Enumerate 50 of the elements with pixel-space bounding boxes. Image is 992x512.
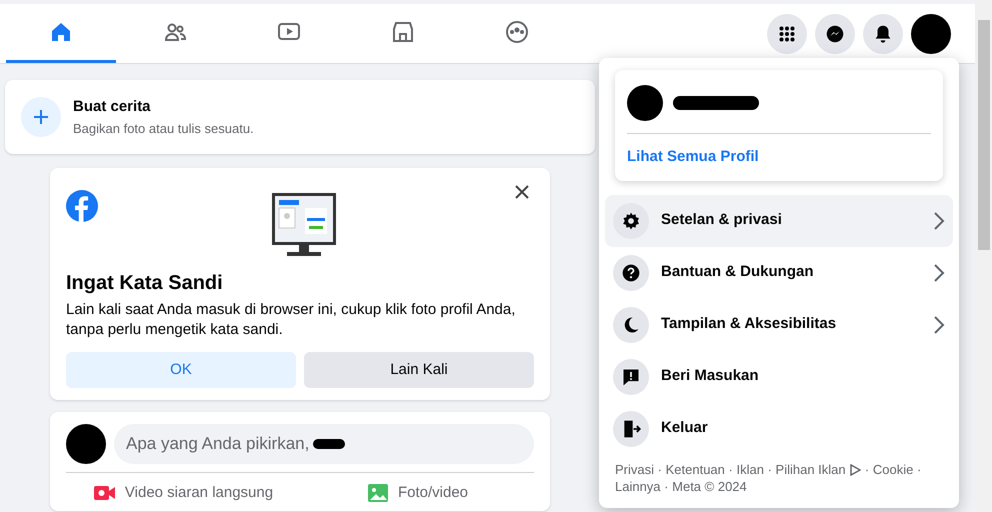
plus-icon: [21, 97, 61, 137]
help-icon: [621, 262, 641, 282]
menu-item[interactable]: Bantuan & Dukungan: [605, 246, 953, 298]
close-icon: [514, 184, 530, 200]
menu-item[interactable]: Tampilan & Aksesibilitas: [605, 298, 953, 350]
footer-link[interactable]: Pilihan Iklan: [776, 462, 846, 476]
monitor-drawing: [271, 192, 337, 258]
avatar: [627, 85, 663, 121]
scrollbar[interactable]: [975, 0, 992, 512]
footer-link[interactable]: Lainnya: [615, 478, 661, 494]
ad-choices-icon: [849, 464, 862, 476]
card-body: Lain kali saat Anda masuk di browser ini, cukup klik foto profil Anda, tanpa perlu mengetik kata sandi.: [66, 300, 516, 340]
story-subtitle: Bagikan foto atau tulis sesuatu.: [73, 120, 254, 138]
menu-button[interactable]: [767, 14, 807, 54]
story-title: Buat cerita: [73, 97, 152, 117]
avatar[interactable]: [911, 14, 951, 54]
feedback-icon: [621, 366, 641, 386]
menu-item[interactable]: Setelan & privasi: [605, 194, 953, 246]
card-title: Ingat Kata Sandi: [66, 271, 224, 296]
group-icon: [505, 20, 529, 44]
bell-button[interactable]: [863, 14, 903, 54]
later-button[interactable]: Lain Kali: [304, 352, 534, 388]
photo-icon: [366, 481, 390, 505]
separator-dot: ·: [916, 462, 922, 476]
home-icon: [49, 20, 73, 44]
redacted-text: [313, 439, 346, 449]
composer-action[interactable]: Video siaran langsung: [66, 477, 300, 509]
separator-dot: ·: [728, 462, 733, 476]
composer-action[interactable]: Foto/video: [300, 477, 534, 509]
logo-icon: [66, 190, 98, 222]
messenger-button[interactable]: [815, 14, 855, 54]
ok-button[interactable]: OK: [66, 352, 296, 388]
footer-link[interactable]: Meta © 2024: [672, 478, 747, 494]
separator-dot: ·: [658, 462, 662, 476]
footer-link[interactable]: Cookie: [872, 462, 914, 476]
separator-dot: ·: [768, 462, 772, 476]
footer-link[interactable]: Iklan: [736, 462, 764, 476]
placeholder-text: Apa yang Anda pikirkan,: [126, 433, 310, 456]
menu-item[interactable]: Keluar: [605, 402, 953, 454]
separator-dot: ·: [664, 478, 669, 494]
avatar: [66, 424, 106, 464]
profile-link[interactable]: Lihat Semua Profil: [627, 146, 931, 168]
menu-item[interactable]: Beri Masukan: [605, 350, 953, 402]
separator-dot: ·: [864, 462, 870, 476]
gear-icon: [621, 210, 641, 230]
footer-link[interactable]: Ketentuan: [666, 462, 725, 476]
footer-link[interactable]: Privasi: [615, 462, 654, 476]
story-card[interactable]: Buat cerita Bagikan foto atau tulis sesuatu.: [5, 80, 595, 154]
store-icon: [391, 20, 415, 44]
post-input-field[interactable]: Apa yang Anda pikirkan,: [114, 424, 534, 464]
